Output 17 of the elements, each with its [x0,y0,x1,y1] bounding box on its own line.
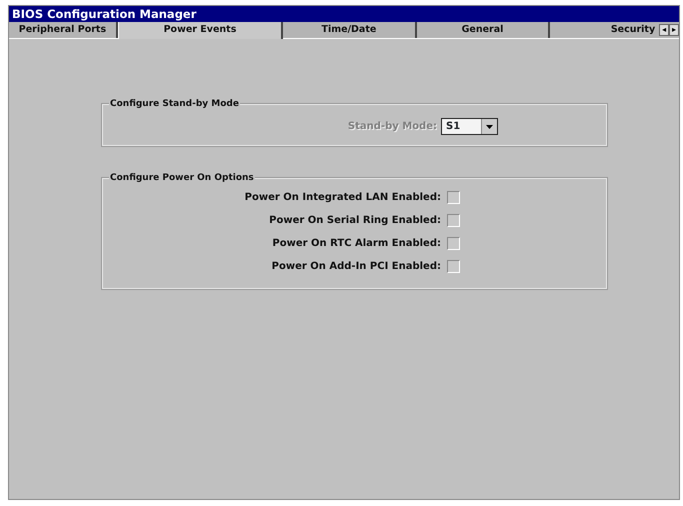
scroll-left-button[interactable]: ◂ [659,24,670,36]
field-label: Stand-by Mode: [348,120,437,134]
dropdown-arrow-icon [486,124,493,128]
tab[interactable]: Time/Date [283,22,417,38]
checkbox-label: Power On Integrated LAN Enabled: [244,191,441,205]
tab[interactable]: Security [550,22,660,38]
checkbox-label: Power On Add-In PCI Enabled: [272,260,441,274]
checkbox[interactable] [447,237,460,250]
tab[interactable]: Power Events [118,22,284,39]
checkbox-label: Power On Serial Ring Enabled: [269,214,441,228]
scroll-right-button[interactable]: ▸ [669,24,679,36]
tab[interactable]: General [416,22,550,38]
checkbox[interactable] [447,214,460,227]
checkbox-label: Power On RTC Alarm Enabled: [272,237,441,251]
checkbox[interactable] [447,260,460,273]
window-title: BIOS Configuration Manager [9,6,679,22]
checkbox[interactable] [447,191,460,204]
